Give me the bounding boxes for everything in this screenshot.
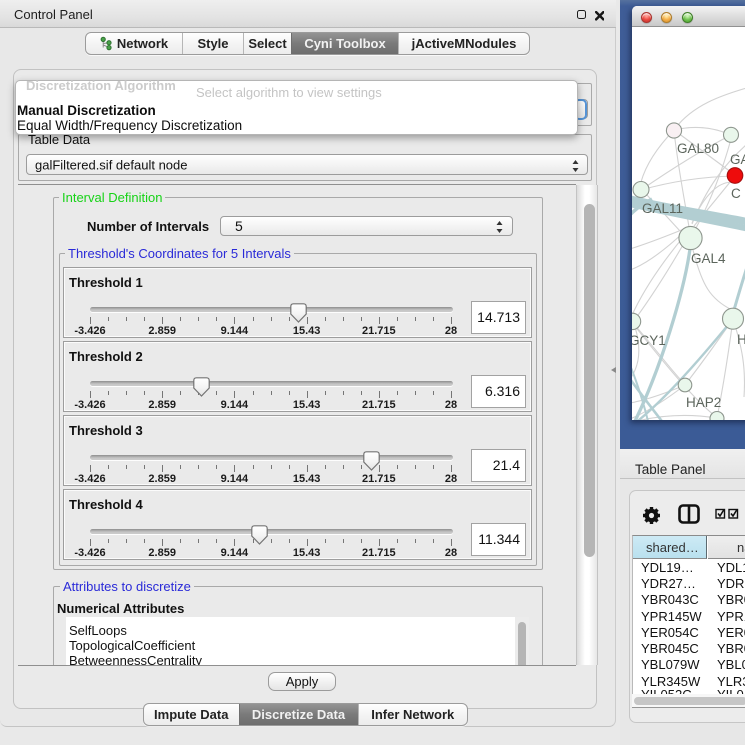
svg-text:GCY1: GCY1 <box>632 333 666 348</box>
svg-text:GAL11: GAL11 <box>642 201 683 216</box>
svg-text:GA: GA <box>730 152 745 167</box>
svg-text:H: H <box>737 332 745 347</box>
svg-text:C: C <box>731 186 741 201</box>
svg-text:GAL4: GAL4 <box>691 251 726 266</box>
svg-text:HAP2: HAP2 <box>686 395 721 410</box>
svg-text:GAL80: GAL80 <box>677 141 719 156</box>
